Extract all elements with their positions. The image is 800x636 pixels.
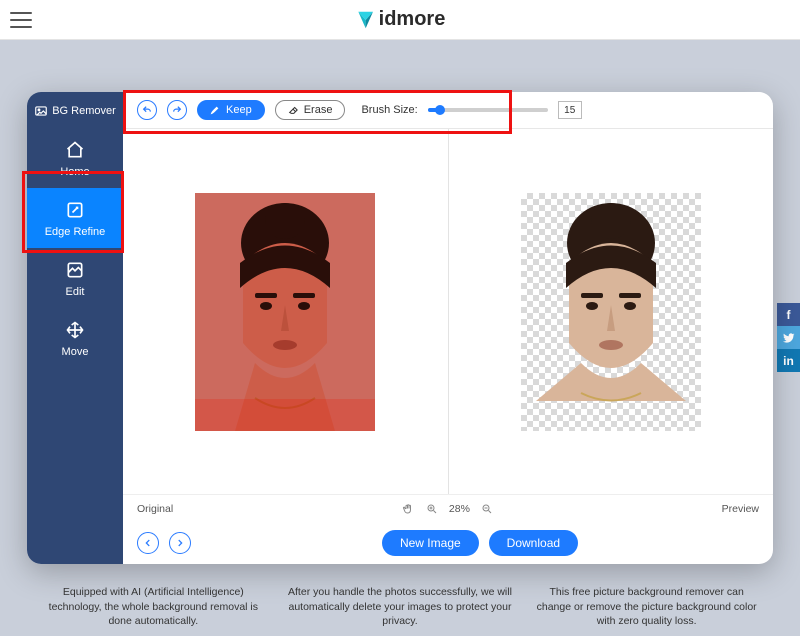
share-linkedin-button[interactable]: in — [777, 349, 800, 372]
sidebar-item-label: Edge Refine — [45, 226, 106, 238]
next-image-button[interactable] — [169, 532, 191, 554]
zoom-in-icon[interactable] — [425, 502, 439, 516]
sidebar-item-edge-refine[interactable]: Edge Refine — [27, 188, 123, 248]
brush-size-label: Brush Size: — [361, 104, 417, 116]
original-photo — [195, 193, 375, 431]
page-background: f in BG Remover Home Edge Refine Edit — [0, 40, 800, 636]
brand-logo[interactable]: idmore — [355, 8, 446, 31]
sidebar-item-edit[interactable]: Edit — [27, 248, 123, 308]
eraser-icon — [288, 105, 298, 115]
sidebar-item-home[interactable]: Home — [27, 128, 123, 188]
blurb-quality: This free picture background remover can… — [532, 585, 762, 628]
hamburger-menu-icon[interactable] — [10, 12, 32, 28]
sidebar-item-label: Edit — [66, 286, 85, 298]
logo-mark-icon — [355, 9, 377, 31]
chevron-right-icon — [175, 538, 185, 548]
keep-tool-button[interactable]: Keep — [197, 100, 265, 120]
move-icon — [65, 320, 85, 340]
social-share-rail: f in — [777, 303, 800, 372]
workspace — [123, 128, 773, 494]
edit-icon — [65, 260, 85, 280]
keep-label: Keep — [226, 104, 252, 116]
portrait-cutout — [521, 193, 701, 431]
action-bar: New Image Download — [123, 522, 773, 564]
brush-icon — [210, 105, 220, 115]
pan-hand-icon[interactable] — [401, 502, 415, 516]
brand-name: idmore — [379, 8, 446, 31]
chevron-left-icon — [143, 538, 153, 548]
new-image-button[interactable]: New Image — [382, 530, 479, 556]
redo-icon — [172, 105, 182, 115]
zoom-out-icon[interactable] — [480, 502, 494, 516]
preview-label: Preview — [722, 503, 759, 515]
editor-toolbar: Keep Erase Brush Size: 15 — [123, 92, 773, 128]
download-button[interactable]: Download — [489, 530, 578, 556]
feature-blurbs: Equipped with AI (Artificial Intelligenc… — [0, 585, 800, 636]
original-label: Original — [137, 503, 173, 515]
preview-pane[interactable] — [448, 129, 774, 494]
editor-modal: BG Remover Home Edge Refine Edit Move — [27, 92, 773, 564]
blurb-ai: Equipped with AI (Artificial Intelligenc… — [38, 585, 268, 628]
original-pane[interactable] — [123, 129, 448, 494]
keep-mask-overlay — [195, 193, 375, 431]
status-bar: Original 28% Preview — [123, 494, 773, 522]
sidebar-item-label: Home — [60, 166, 89, 178]
redo-button[interactable] — [167, 100, 187, 120]
undo-button[interactable] — [137, 100, 157, 120]
brush-size-value[interactable]: 15 — [558, 101, 582, 119]
edge-refine-icon — [65, 200, 85, 220]
erase-label: Erase — [304, 104, 333, 116]
preview-photo — [521, 193, 701, 431]
prev-image-button[interactable] — [137, 532, 159, 554]
share-facebook-button[interactable]: f — [777, 303, 800, 326]
zoom-percent: 28% — [449, 503, 470, 515]
erase-tool-button[interactable]: Erase — [275, 100, 346, 120]
blurb-privacy: After you handle the photos successfully… — [285, 585, 515, 628]
share-twitter-button[interactable] — [777, 326, 800, 349]
sidebar-item-move[interactable]: Move — [27, 308, 123, 368]
sidebar-title: BG Remover — [34, 100, 116, 128]
top-bar: idmore — [0, 0, 800, 40]
undo-icon — [142, 105, 152, 115]
image-icon — [34, 104, 48, 118]
brush-size-slider[interactable] — [428, 108, 548, 112]
editor-sidebar: BG Remover Home Edge Refine Edit Move — [27, 92, 123, 564]
twitter-icon — [783, 332, 795, 344]
home-icon — [65, 140, 85, 160]
sidebar-item-label: Move — [62, 346, 89, 358]
editor-main: Keep Erase Brush Size: 15 — [123, 92, 773, 564]
